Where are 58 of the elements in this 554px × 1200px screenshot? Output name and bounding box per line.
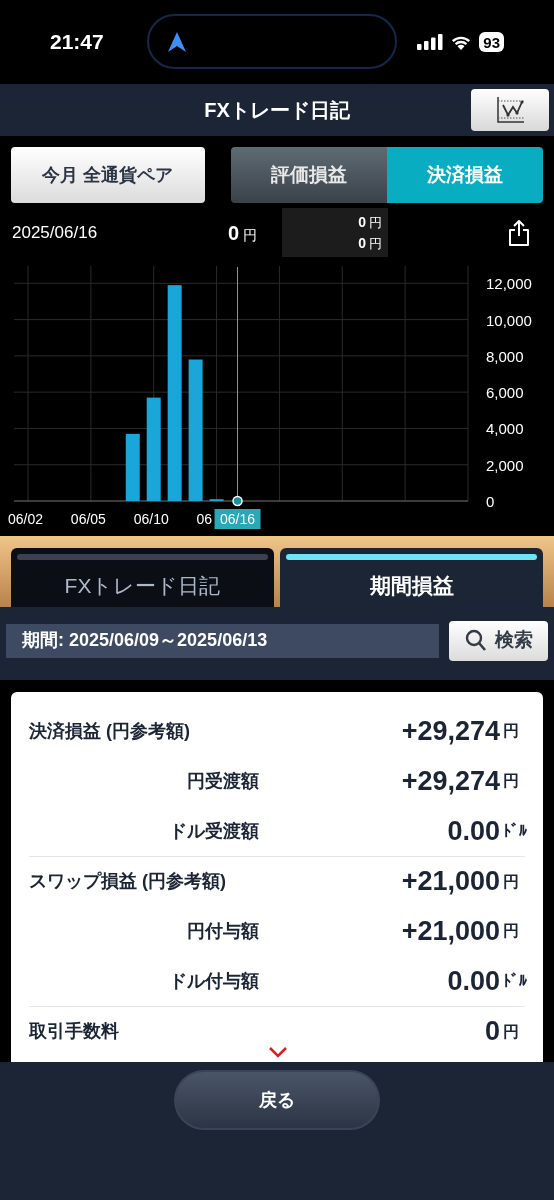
row-amount: +21,000 — [401, 914, 500, 948]
breakdown-amount: 0 円 — [358, 212, 382, 232]
x-axis-label: 06/05 — [70, 511, 106, 527]
cursor-date-label: 06/16 — [214, 509, 261, 529]
row-amount: +29,274 — [401, 764, 500, 798]
y-axis-label: 10,000 — [486, 311, 532, 329]
total-amount: 0 円 — [228, 220, 259, 246]
row-amount: 0.00 — [447, 814, 500, 848]
row-amount: 0.00 — [447, 964, 500, 998]
unit-label: 円 — [503, 721, 520, 741]
unit-label: 円 — [503, 771, 520, 791]
row-label: 円付与額 — [186, 919, 259, 943]
x-axis-label: 06/02 — [8, 511, 44, 527]
search-button[interactable]: 検索 — [449, 620, 548, 661]
chart-button[interactable] — [471, 89, 549, 131]
unit-label: ﾄﾞﾙ — [503, 821, 525, 841]
y-axis-label: 12,000 — [486, 275, 532, 293]
row-label: 取引手数料 — [29, 1020, 119, 1043]
unit-label: 円 — [503, 871, 520, 892]
row-amount: +29,274 — [401, 714, 500, 748]
row-label: 円受渡額 — [186, 769, 259, 793]
y-axis-label: 2,000 — [486, 456, 524, 474]
unit-label: ﾄﾞﾙ — [503, 971, 525, 991]
row-label: ドル受渡額 — [168, 819, 259, 843]
battery-indicator: 93 — [479, 32, 504, 52]
line-chart-icon — [495, 95, 525, 125]
section-tab[interactable]: FXトレード日記 — [11, 548, 274, 607]
y-axis-label: 6,000 — [486, 384, 524, 402]
x-axis-label: 06/10 — [133, 511, 169, 527]
x-tick-label: 06/16 — [220, 511, 256, 527]
chevron-down-icon[interactable] — [268, 1046, 288, 1058]
bar — [125, 433, 140, 501]
mode-tab[interactable]: 評価損益 — [231, 147, 387, 203]
row-amount: +21,000 — [401, 865, 500, 899]
screen-title: FXトレード日記 — [204, 98, 350, 123]
unit-label: 円 — [503, 921, 520, 941]
clock-time: 21:47 — [50, 29, 104, 56]
wifi-icon — [450, 34, 473, 50]
row-amount: 0 — [484, 1015, 500, 1049]
y-axis-label: 4,000 — [486, 420, 524, 438]
row-label: 決済損益 (円参考額) — [29, 719, 190, 743]
unit-label: 円 — [503, 1021, 520, 1042]
y-axis-label: 0 — [486, 493, 495, 510]
y-axis-label: 8,000 — [486, 347, 524, 365]
share-icon[interactable] — [508, 218, 530, 247]
row-label: スワップ損益 (円参考額) — [29, 870, 226, 893]
cursor-dot — [232, 495, 243, 507]
section-tab[interactable]: 期間損益 — [280, 548, 543, 607]
selected-date: 2025/06/16 — [12, 221, 99, 244]
breakdown-amount: 0 円 — [358, 233, 382, 253]
x-axis-label: 06 — [196, 511, 213, 527]
back-button[interactable]: 戻る — [174, 1070, 380, 1130]
row-label: ドル付与額 — [168, 969, 259, 993]
period-field[interactable]: 期間: 2025/06/09～2025/06/13 — [6, 623, 439, 658]
search-icon — [464, 628, 487, 653]
signal-icon — [417, 34, 444, 50]
filter-button[interactable]: 今月 全通貨ペア — [11, 147, 205, 203]
location-arrow-icon — [167, 30, 187, 53]
